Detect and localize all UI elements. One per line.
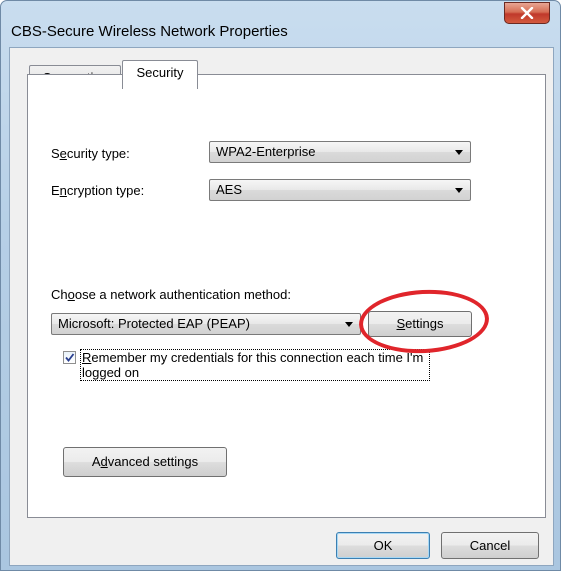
close-button[interactable] (504, 2, 550, 24)
remember-credentials-label[interactable]: Remember my credentials for this connect… (80, 349, 430, 381)
chevron-down-icon (455, 188, 463, 193)
chevron-down-icon (455, 150, 463, 155)
security-type-dropdown[interactable]: WPA2-Enterprise (209, 141, 471, 163)
title-bar[interactable]: CBS-Secure Wireless Network Properties (1, 1, 560, 41)
auth-method-value: Microsoft: Protected EAP (PEAP) (58, 316, 250, 331)
security-type-value: WPA2-Enterprise (216, 144, 316, 159)
tab-security-label: Security (136, 65, 184, 80)
tab-security[interactable]: Security (122, 60, 198, 89)
close-icon (520, 7, 534, 19)
remember-credentials-checkbox[interactable] (63, 351, 76, 364)
window-title: CBS-Secure Wireless Network Properties (11, 23, 288, 40)
cancel-button[interactable]: Cancel (441, 532, 539, 559)
security-type-label: Security type: (51, 146, 130, 161)
auth-method-label: Choose a network authentication method: (51, 287, 291, 302)
settings-button[interactable]: Settings (368, 311, 472, 337)
encryption-type-dropdown[interactable]: AES (209, 179, 471, 201)
auth-method-dropdown[interactable]: Microsoft: Protected EAP (PEAP) (51, 313, 361, 335)
ok-button[interactable]: OK (336, 532, 430, 559)
advanced-settings-button[interactable]: Advanced settings (63, 447, 227, 477)
chevron-down-icon (345, 322, 353, 327)
encryption-type-value: AES (216, 182, 243, 197)
dialog-window: CBS-Secure Wireless Network Properties C… (0, 0, 561, 571)
checkmark-icon (65, 353, 75, 362)
encryption-type-label: Encryption type: (51, 183, 145, 198)
